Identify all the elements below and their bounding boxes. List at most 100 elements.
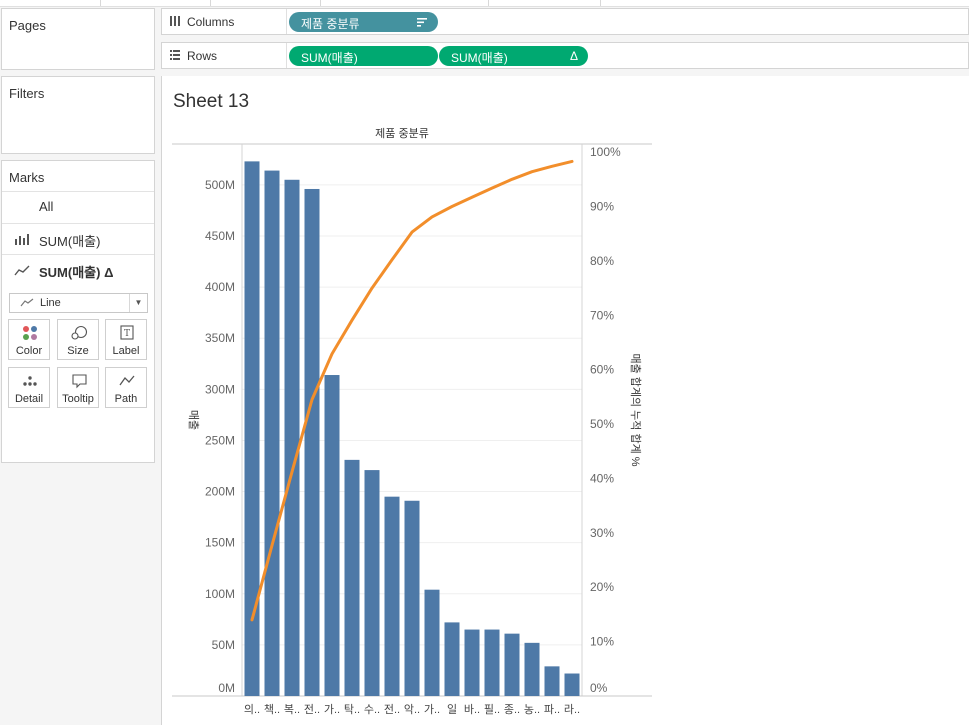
bar-mark xyxy=(404,500,420,696)
bar-mark xyxy=(484,629,500,696)
bar-mark xyxy=(304,188,320,696)
bar-mark xyxy=(504,633,520,696)
y2-tick-label: 30% xyxy=(590,526,614,540)
sort-descending-icon xyxy=(417,18,427,27)
line-mark-icon xyxy=(20,298,34,307)
label-icon: T xyxy=(120,325,134,340)
y-tick-label: 0M xyxy=(218,681,235,695)
chevron-down-icon: ▼ xyxy=(129,294,147,312)
rows-pill-sum-sales-table-calc[interactable]: SUM(매출) Δ xyxy=(439,46,588,66)
x-tick-label: 일 xyxy=(447,702,457,716)
x-tick-label: 종.. xyxy=(504,704,520,716)
toolbar-divider xyxy=(600,0,601,6)
path-label: Path xyxy=(114,393,138,405)
y2-tick-label: 0% xyxy=(590,681,608,695)
rows-shelf[interactable]: Rows SUM(매출) SUM(매출) Δ xyxy=(161,42,969,69)
x-tick-label: 수.. xyxy=(364,703,380,716)
table-calc-delta-icon: Δ xyxy=(569,49,578,63)
rows-pill-sum-sales[interactable]: SUM(매출) xyxy=(289,46,438,66)
x-tick-label: 바.. xyxy=(464,703,480,716)
y-tick-label: 100M xyxy=(205,587,235,601)
mark-type-label: Line xyxy=(40,297,61,309)
line-chart-icon xyxy=(14,265,30,276)
y2-tick-label: 100% xyxy=(590,145,621,159)
y2-axis-title: 매출 합계의 누적 합계 % xyxy=(629,353,642,466)
tooltip-icon xyxy=(72,374,87,389)
y2-tick-label: 80% xyxy=(590,254,614,268)
color-icon xyxy=(23,326,37,340)
columns-icon xyxy=(170,16,180,26)
size-label: Size xyxy=(67,345,89,357)
size-button[interactable]: Size xyxy=(57,319,99,360)
y2-tick-label: 20% xyxy=(590,580,614,594)
bar-mark xyxy=(284,179,300,696)
x-tick-label: 책.. xyxy=(264,703,280,716)
bar-mark xyxy=(384,496,400,696)
pill-label: 제품 중분류 xyxy=(301,17,360,31)
rows-icon xyxy=(170,50,180,60)
path-button[interactable]: Path xyxy=(105,367,147,408)
path-icon xyxy=(119,375,135,386)
x-tick-label: 악.. xyxy=(404,703,420,716)
label-button[interactable]: T Label xyxy=(105,319,147,360)
bar-mark xyxy=(544,666,560,696)
y-tick-label: 300M xyxy=(205,382,235,396)
y2-tick-label: 40% xyxy=(590,471,614,485)
label-label: Label xyxy=(112,345,140,357)
columns-pill-product-subcategory[interactable]: 제품 중분류 xyxy=(289,12,438,32)
x-tick-label: 전.. xyxy=(304,703,320,716)
x-tick-label: 라.. xyxy=(564,703,580,716)
top-toolbar-strip xyxy=(0,0,969,7)
x-tick-label: 탁.. xyxy=(344,703,360,716)
tooltip-button[interactable]: Tooltip xyxy=(57,367,99,408)
pill-label: SUM(매출) xyxy=(451,51,508,65)
y2-tick-label: 70% xyxy=(590,308,614,322)
tooltip-label: Tooltip xyxy=(62,393,94,405)
worksheet-view: Sheet 13 제품 중분류 0M 50M 100M 150M 200M 250M 300M… xyxy=(161,76,969,725)
marks-tab-bar[interactable]: SUM(매출) xyxy=(2,223,154,254)
marks-tab-line[interactable]: SUM(매출) Δ xyxy=(2,254,154,285)
pages-card[interactable]: Pages xyxy=(1,8,155,70)
x-tick-label: 농.. xyxy=(524,703,540,716)
x-tick-label: 복.. xyxy=(284,703,300,716)
column-header-title: 제품 중분류 xyxy=(375,127,429,140)
bar-mark xyxy=(444,622,460,696)
detail-icon xyxy=(23,376,37,386)
pareto-chart[interactable]: 제품 중분류 0M 50M 100M 150M 200M 250M 300M 350M 400M 4… xyxy=(162,76,969,725)
columns-label-text: Columns xyxy=(187,15,235,29)
detail-label: Detail xyxy=(14,393,44,405)
filters-card[interactable]: Filters xyxy=(1,76,155,154)
y-tick-label: 200M xyxy=(205,485,235,499)
x-tick-label: 파.. xyxy=(544,703,560,716)
detail-button[interactable]: Detail xyxy=(8,367,50,408)
x-tick-label: 의.. xyxy=(244,703,260,716)
marks-tab-label: All xyxy=(39,199,54,214)
x-tick-label: 전.. xyxy=(384,703,400,716)
bar-chart-icon xyxy=(15,234,29,245)
bar-mark xyxy=(464,629,480,696)
pages-title: Pages xyxy=(9,18,46,33)
marks-tab-label: SUM(매출) Δ xyxy=(39,265,114,280)
bar-mark xyxy=(264,170,280,697)
marks-tab-all[interactable]: All xyxy=(2,191,154,222)
y-tick-label: 150M xyxy=(205,536,235,550)
columns-shelf-label: Columns xyxy=(162,9,287,34)
bar-mark xyxy=(564,673,580,696)
rows-label-text: Rows xyxy=(187,49,218,63)
y2-tick-label: 90% xyxy=(590,200,614,214)
columns-shelf[interactable]: Columns 제품 중분류 xyxy=(161,8,969,35)
size-icon xyxy=(71,325,88,340)
y-tick-label: 500M xyxy=(205,178,235,192)
x-tick-label: 가.. xyxy=(424,703,440,716)
bar-mark xyxy=(364,470,380,696)
color-button[interactable]: Color xyxy=(8,319,50,360)
x-tick-label: 필.. xyxy=(484,703,500,716)
bar-mark xyxy=(424,589,440,696)
y2-tick-label: 50% xyxy=(590,417,614,431)
rows-shelf-label: Rows xyxy=(162,43,287,68)
toolbar-divider xyxy=(210,0,211,6)
toolbar-divider xyxy=(488,0,489,6)
marks-card: Marks All SUM(매출) SUM(매출) Δ Line ▼ Color… xyxy=(1,160,155,463)
mark-type-dropdown[interactable]: Line ▼ xyxy=(9,293,148,313)
y-tick-label: 50M xyxy=(212,638,235,652)
